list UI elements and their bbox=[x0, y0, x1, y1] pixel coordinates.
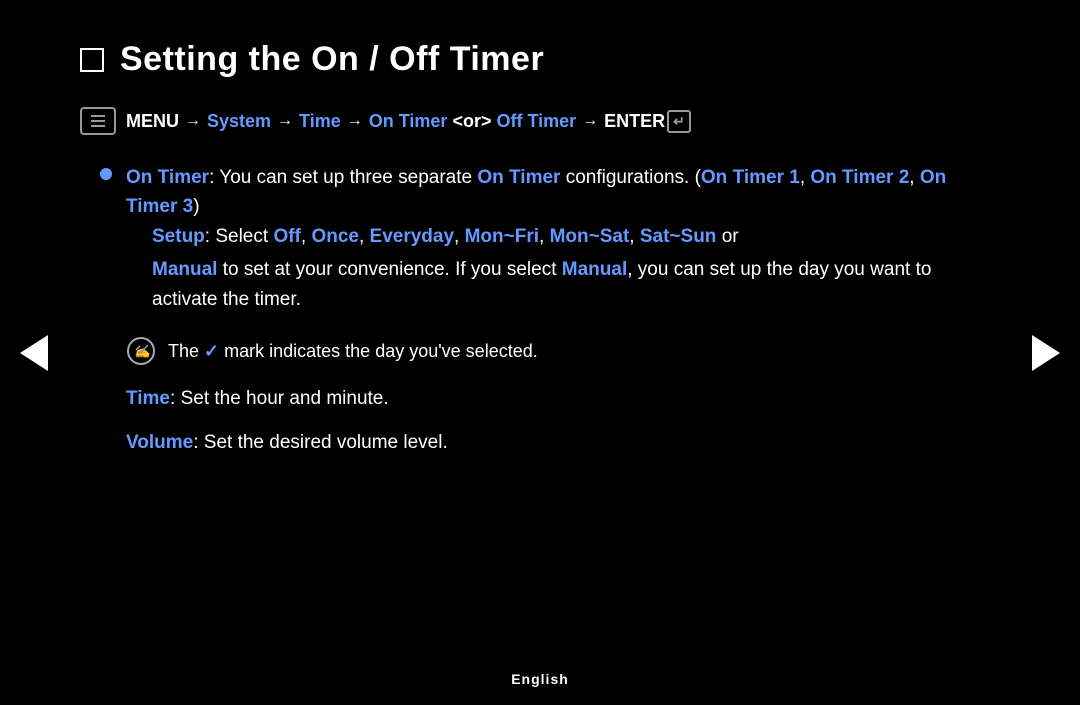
note-text-before: The bbox=[168, 341, 204, 361]
menu-icon bbox=[80, 107, 116, 135]
on-timer-configs: On Timer bbox=[477, 167, 560, 188]
note-row: ✍ The ✓ mark indicates the day you've se… bbox=[100, 336, 1000, 366]
manual-label: Manual bbox=[152, 259, 217, 280]
breadcrumb-timer: On Timer <or> Off Timer bbox=[369, 111, 576, 132]
breadcrumb-system: System bbox=[207, 111, 271, 132]
manual-label2: Manual bbox=[562, 259, 627, 280]
breadcrumb-arrow-2: → bbox=[277, 112, 293, 130]
once-option: Once bbox=[311, 226, 359, 247]
breadcrumb-menu: MENU bbox=[126, 111, 179, 132]
manual-suffix: to set at your convenience. If you selec… bbox=[217, 259, 561, 280]
setup-line: Setup: Select Off, Once, Everyday, Mon~F… bbox=[126, 222, 1000, 251]
note-text: The ✓ mark indicates the day you've sele… bbox=[168, 336, 538, 365]
page-container: Setting the On / Off Timer MENU → System… bbox=[0, 0, 1080, 705]
note-icon: ✍ bbox=[126, 336, 156, 366]
mon-fri-option: Mon~Fri bbox=[465, 226, 539, 247]
time-text: : Set the hour and minute. bbox=[170, 388, 389, 409]
svg-text:✍: ✍ bbox=[134, 344, 153, 359]
volume-label: Volume bbox=[126, 432, 193, 453]
nav-arrow-left[interactable] bbox=[18, 329, 50, 377]
page-title: Setting the On / Off Timer bbox=[120, 40, 544, 79]
bullet-content: On Timer: You can set up three separate … bbox=[126, 163, 1000, 318]
sep2: , bbox=[359, 226, 370, 247]
comma1: , bbox=[800, 167, 811, 188]
time-section: Time: Set the hour and minute. bbox=[100, 384, 1000, 413]
on-timer-suffix: configurations. ( bbox=[560, 167, 700, 188]
left-arrow-shape bbox=[20, 335, 48, 371]
on-timer-intro: : You can set up three separate bbox=[209, 167, 477, 188]
on-timer-1: On Timer 1 bbox=[701, 167, 800, 188]
breadcrumb-time: Time bbox=[299, 111, 341, 132]
setup-colon: : Select bbox=[205, 226, 274, 247]
off-option: Off bbox=[273, 226, 300, 247]
paren-close: ) bbox=[193, 196, 199, 217]
sep5: , bbox=[629, 226, 640, 247]
breadcrumb-enter: ENTER↵ bbox=[604, 110, 691, 133]
checkbox-icon bbox=[80, 48, 104, 72]
breadcrumb-arrow-3: → bbox=[347, 112, 363, 130]
mon-sat-option: Mon~Sat bbox=[550, 226, 630, 247]
breadcrumb: MENU → System → Time → On Timer <or> Off… bbox=[80, 107, 1000, 135]
breadcrumb-arrow-1: → bbox=[185, 112, 201, 130]
sep3: , bbox=[454, 226, 465, 247]
footer-language: English bbox=[511, 671, 569, 687]
breadcrumb-arrow-4: → bbox=[582, 112, 598, 130]
nav-arrow-right[interactable] bbox=[1030, 329, 1062, 377]
comma2: , bbox=[909, 167, 920, 188]
bullet-section: On Timer: You can set up three separate … bbox=[100, 163, 1000, 318]
sep1: , bbox=[301, 226, 312, 247]
title-row: Setting the On / Off Timer bbox=[80, 40, 1000, 79]
enter-label: ENTER bbox=[604, 111, 665, 132]
volume-section: Volume: Set the desired volume level. bbox=[100, 428, 1000, 457]
everyday-option: Everyday bbox=[370, 226, 455, 247]
note-text-after: mark indicates the day you've selected. bbox=[219, 341, 538, 361]
time-label: Time bbox=[126, 388, 170, 409]
manual-line: Manual to set at your convenience. If yo… bbox=[126, 255, 1000, 314]
on-timer-label: On Timer bbox=[126, 167, 209, 188]
or-text: or bbox=[716, 226, 738, 247]
enter-icon: ↵ bbox=[667, 110, 691, 133]
content-area: On Timer: You can set up three separate … bbox=[80, 163, 1000, 457]
sep4: , bbox=[539, 226, 550, 247]
on-timer-2: On Timer 2 bbox=[810, 167, 909, 188]
setup-label: Setup bbox=[152, 226, 205, 247]
sat-sun-option: Sat~Sun bbox=[640, 226, 717, 247]
bullet-dot bbox=[100, 168, 112, 180]
right-arrow-shape bbox=[1032, 335, 1060, 371]
volume-text: : Set the desired volume level. bbox=[193, 432, 448, 453]
on-timer-line1: On Timer: You can set up three separate … bbox=[126, 163, 1000, 222]
checkmark: ✓ bbox=[204, 341, 219, 361]
